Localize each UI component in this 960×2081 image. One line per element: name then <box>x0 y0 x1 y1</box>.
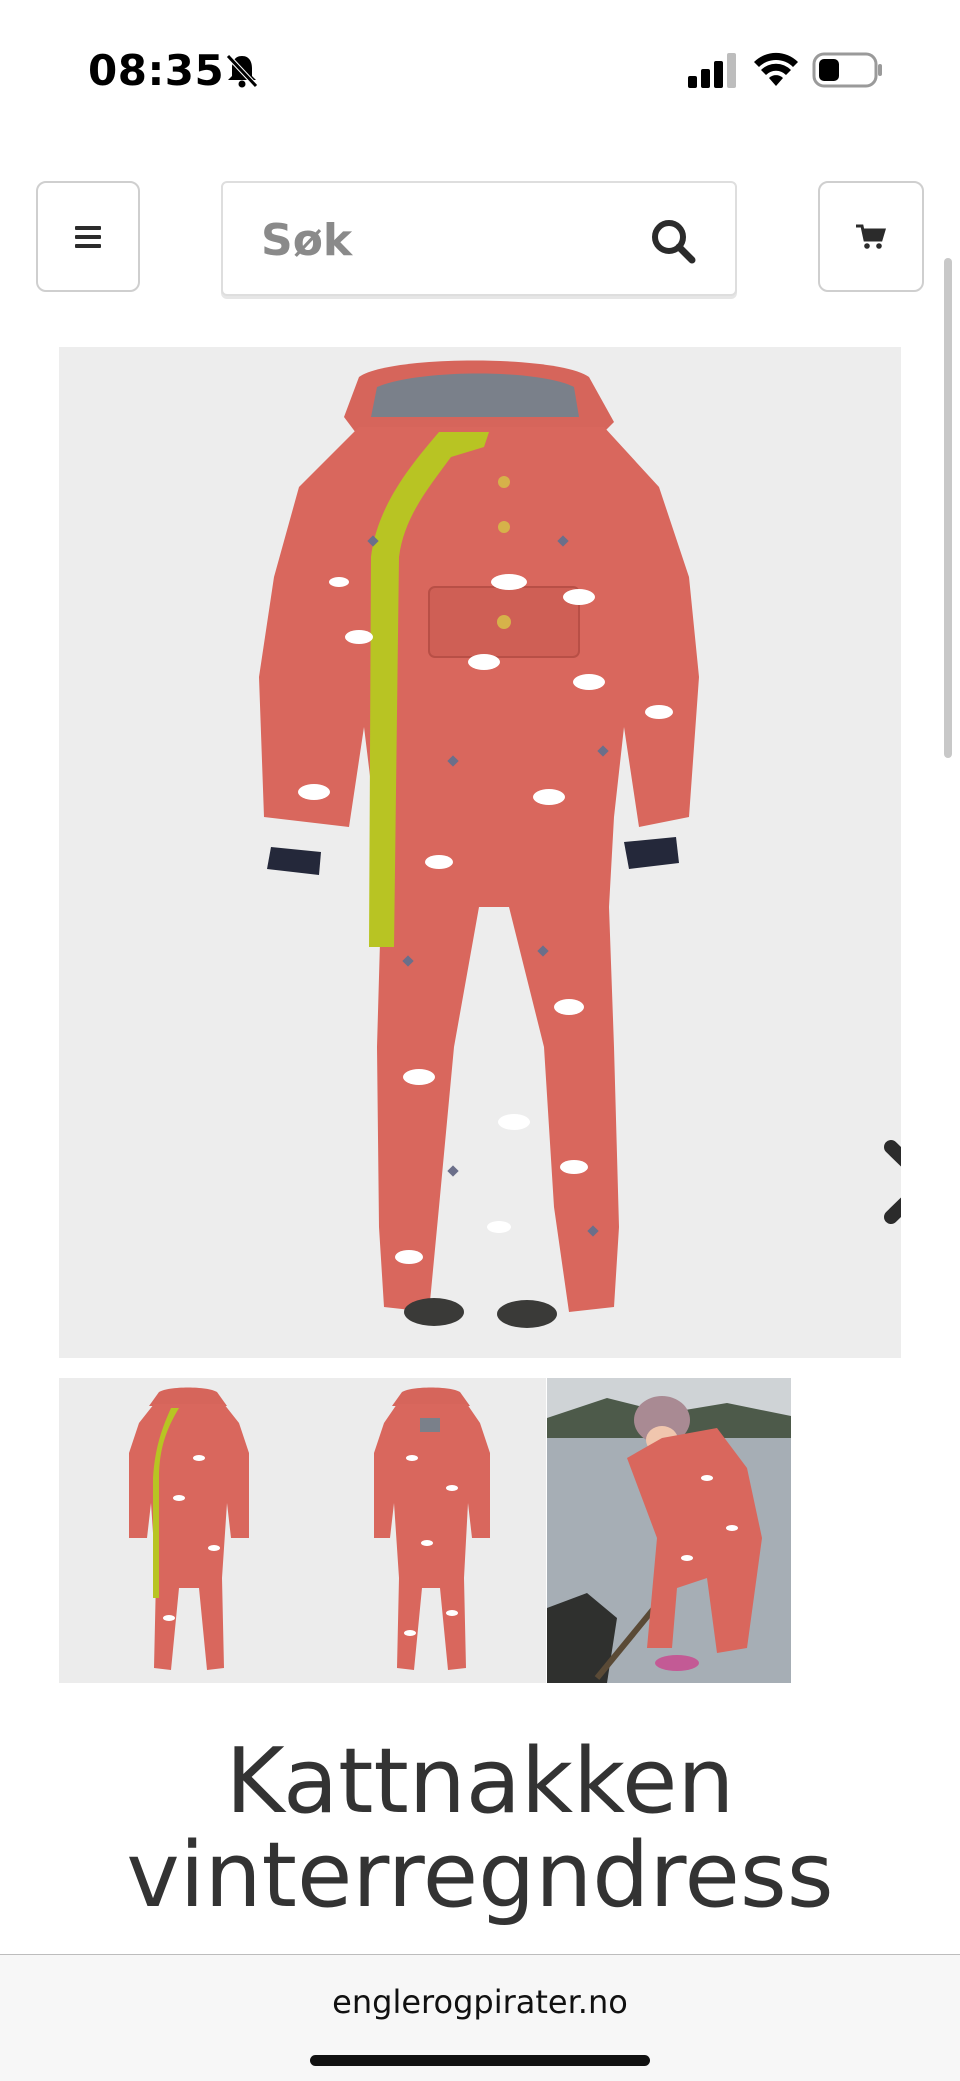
search-input[interactable] <box>261 211 641 269</box>
home-indicator[interactable] <box>310 2055 650 2066</box>
cart-icon <box>856 224 886 249</box>
product-main-image[interactable] <box>59 347 901 1358</box>
search-icon[interactable] <box>649 217 697 265</box>
snowsuit-illustration <box>259 360 699 1328</box>
status-bar: 08:35 <box>0 0 960 130</box>
thumbnail-lifestyle-image <box>547 1378 791 1683</box>
cart-button[interactable] <box>818 181 924 292</box>
hamburger-menu-icon <box>75 225 101 248</box>
chevron-right-icon[interactable] <box>879 1137 901 1227</box>
battery-icon <box>812 52 882 88</box>
thumbnail-back[interactable] <box>302 1378 546 1683</box>
signal-icon <box>688 53 736 88</box>
thumbnail-back-image <box>374 1387 490 1670</box>
thumbnail-lifestyle[interactable] <box>547 1378 791 1683</box>
thumbnail-front-image <box>129 1387 249 1670</box>
menu-button[interactable] <box>36 181 140 292</box>
thumbnail-front[interactable] <box>59 1378 302 1683</box>
product-title: Kattnakken vinterregndress <box>0 1735 960 1923</box>
product-title-line1: Kattnakken <box>225 1729 735 1834</box>
bell-slash-icon <box>226 54 258 88</box>
browser-address-bar[interactable]: englerogpirater.no <box>0 1954 960 2081</box>
page-scrollbar[interactable] <box>944 258 952 758</box>
wifi-icon <box>754 52 798 86</box>
product-title-line2: vinterregndress <box>126 1823 834 1928</box>
search-box[interactable] <box>221 181 737 296</box>
status-time: 08:35 <box>88 46 225 95</box>
url-text[interactable]: englerogpirater.no <box>0 1983 960 2021</box>
